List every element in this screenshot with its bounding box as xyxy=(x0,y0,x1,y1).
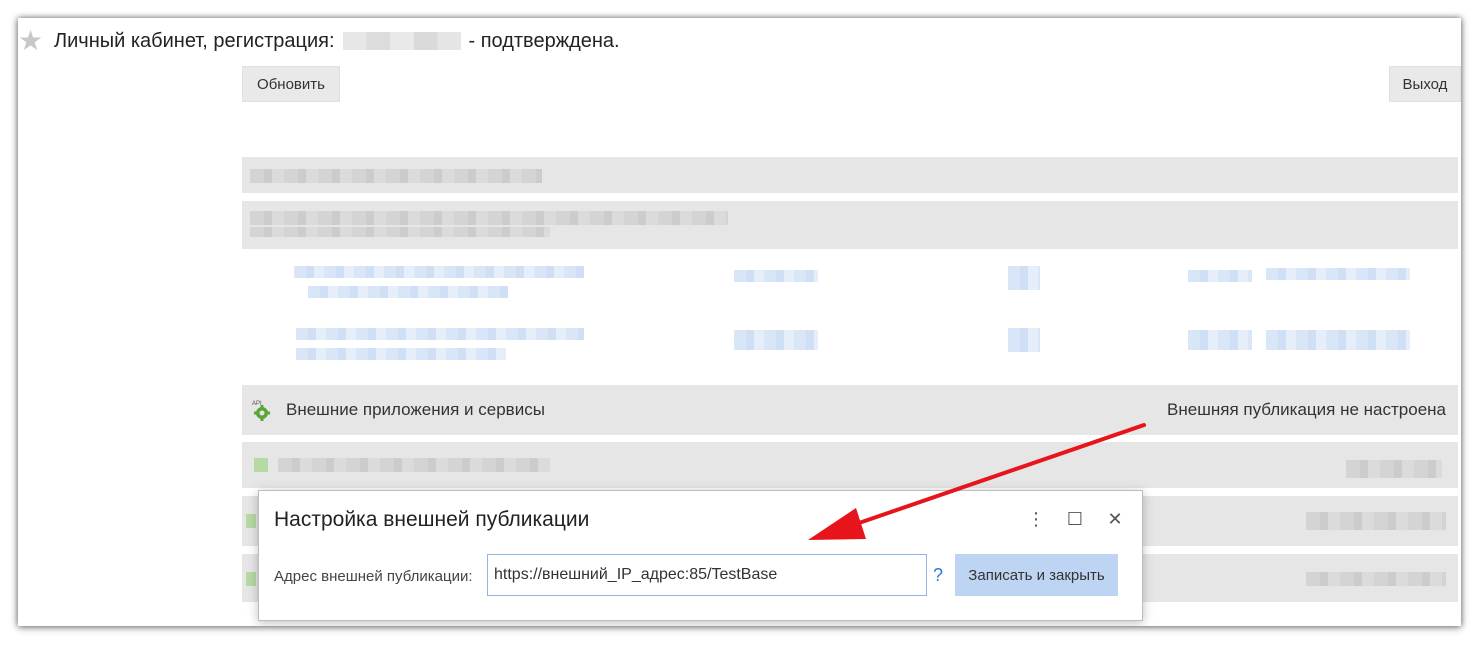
annotation-arrow xyxy=(808,423,1146,540)
app-window: ★ Личный кабинет, регистрация: - подтверж… xyxy=(18,18,1461,626)
arrow-shaft xyxy=(854,423,1146,526)
arrow-head xyxy=(808,508,866,540)
